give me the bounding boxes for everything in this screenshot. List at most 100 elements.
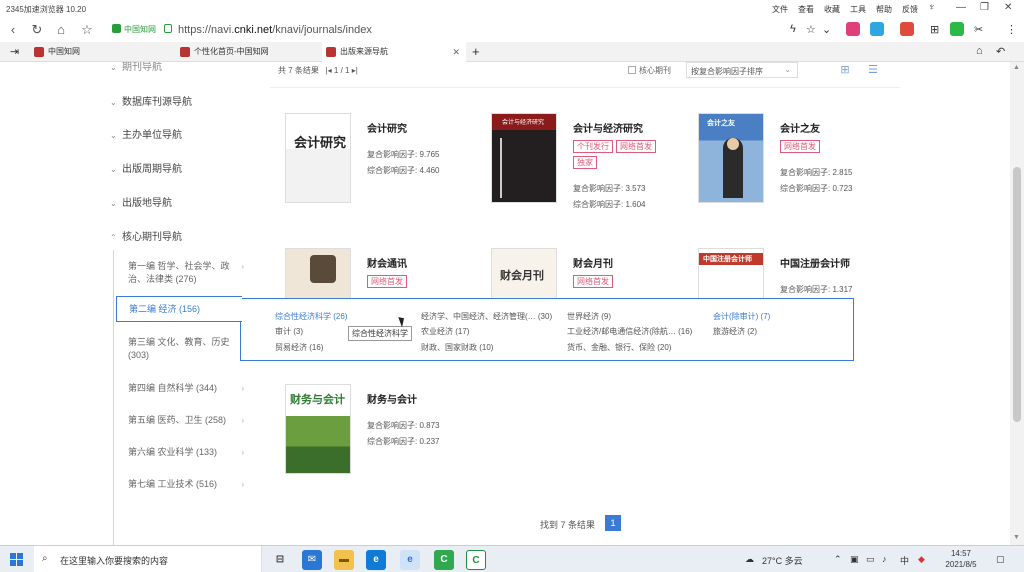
- close-tab-icon[interactable]: ✕: [452, 42, 460, 62]
- journal-name[interactable]: 会计之友: [780, 120, 820, 135]
- sidebar-item-sponsor[interactable]: ⌄ 主办单位导航: [110, 126, 182, 141]
- translate-icon[interactable]: [870, 22, 884, 36]
- bookmark-star-icon[interactable]: ☆: [806, 23, 816, 36]
- journal-name[interactable]: 中国注册会计师: [780, 255, 850, 270]
- more-menu-icon[interactable]: ⋮: [1006, 23, 1017, 36]
- sidebar-toggle-icon[interactable]: ⇥: [10, 45, 19, 58]
- grid-view-icon[interactable]: ⊞: [838, 63, 852, 77]
- sidebar-item-journal-nav[interactable]: ⌄ 期刊导航: [110, 62, 162, 73]
- popup-item[interactable]: 财政、国家财政 (10): [421, 342, 493, 353]
- menu-help[interactable]: 帮助: [876, 4, 892, 15]
- taskbar-search-input[interactable]: ⌕ 在这里输入你要搜索的内容: [34, 546, 262, 572]
- popup-item[interactable]: 贸易经济 (16): [275, 342, 323, 353]
- core-journal-checkbox[interactable]: 核心期刊: [628, 65, 671, 76]
- journal-metric: 复合影响因子: 1.317: [780, 285, 853, 294]
- system-clock[interactable]: 14:57 2021/8/5: [936, 548, 986, 570]
- scroll-up-icon[interactable]: ▲: [1013, 64, 1020, 71]
- journal-name[interactable]: 会计研究: [367, 120, 407, 135]
- scissors-icon[interactable]: ✂: [974, 23, 983, 36]
- journal-name[interactable]: 财会通讯: [367, 255, 407, 270]
- popup-item[interactable]: 经济学、中国经济、经济管理(… (30): [421, 311, 552, 322]
- network-icon[interactable]: ▭: [866, 554, 875, 565]
- journal-cover[interactable]: 会计之友: [698, 113, 764, 203]
- restore-icon[interactable]: ❐: [980, 2, 989, 13]
- task-view-icon[interactable]: ⊟: [270, 550, 290, 570]
- sort-select[interactable]: 按复合影响因子排序 ⌄: [686, 62, 798, 78]
- input-method-icon[interactable]: ◆: [918, 554, 925, 565]
- mail-icon[interactable]: ✉: [302, 550, 322, 570]
- browser-2345-icon[interactable]: e: [400, 550, 420, 570]
- home-icon[interactable]: ⌂: [52, 21, 70, 39]
- minimize-icon[interactable]: —: [956, 2, 966, 13]
- subcategory-item[interactable]: 第五编 医药、卫生 (258) ›: [128, 414, 244, 427]
- journal-cover[interactable]: 财务与会计: [285, 384, 351, 474]
- page-button[interactable]: 1: [605, 515, 621, 531]
- folder-icon[interactable]: ▬: [334, 550, 354, 570]
- journal-cover[interactable]: 会计研究: [285, 113, 351, 203]
- popup-item[interactable]: 综合性经济科学 (26): [275, 311, 347, 322]
- extension-icon[interactable]: [846, 22, 860, 36]
- back-icon[interactable]: ‹: [4, 21, 22, 39]
- popup-item[interactable]: 会计(除审计) (7): [713, 311, 770, 322]
- menu-file[interactable]: 文件: [772, 4, 788, 15]
- new-tab-icon[interactable]: +: [472, 44, 480, 59]
- subcategory-item[interactable]: 第六编 农业科学 (133) ›: [128, 446, 244, 459]
- menu-feedback[interactable]: 反馈: [902, 4, 918, 15]
- journal-name[interactable]: 财会月刊: [573, 255, 613, 270]
- chevron-right-icon: ›: [241, 448, 244, 457]
- popup-item[interactable]: 货币、金融、银行、保险 (20): [567, 342, 671, 353]
- dropdown-icon[interactable]: ⌄: [822, 23, 831, 36]
- popup-item[interactable]: 审计 (3): [275, 326, 303, 337]
- tab-personal-home[interactable]: 个性化首页-中国知网: [176, 42, 320, 62]
- ime-indicator[interactable]: 中: [900, 554, 909, 567]
- subcategory-item[interactable]: 第三编 文化、教育、历史 (303)›: [128, 336, 244, 362]
- subcategory-item[interactable]: 第一编 哲学、社会学、政治、法律类 (276) ›: [128, 260, 244, 286]
- list-view-icon[interactable]: ☰: [866, 63, 880, 77]
- lightning-icon[interactable]: ϟ: [790, 23, 796, 35]
- menu-favorites[interactable]: 收藏: [824, 4, 840, 15]
- windows-start-icon[interactable]: [10, 553, 24, 567]
- undo-icon[interactable]: ↶: [996, 45, 1005, 58]
- journal-name[interactable]: 财务与会计: [367, 391, 417, 406]
- first-page-icon[interactable]: |◂: [326, 66, 332, 75]
- scroll-down-icon[interactable]: ▼: [1013, 534, 1020, 541]
- sidebar-item-location[interactable]: ⌄ 出版地导航: [110, 194, 172, 209]
- popup-item[interactable]: 世界经济 (9): [567, 311, 611, 322]
- skin-icon[interactable]: ♆: [928, 2, 936, 13]
- chat-icon[interactable]: [950, 22, 964, 36]
- close-window-icon[interactable]: ✕: [1004, 2, 1012, 13]
- subcategory-item-economy[interactable]: 第二编 经济 (156): [116, 296, 242, 322]
- apps-grid-icon[interactable]: ⊞: [930, 23, 939, 36]
- scrollbar-thumb[interactable]: [1013, 167, 1021, 422]
- tray-expand-icon[interactable]: ⌃: [834, 554, 842, 565]
- subcategory-item[interactable]: 第四编 自然科学 (344) ›: [128, 382, 244, 395]
- refresh-icon[interactable]: ↻: [28, 21, 46, 39]
- tab-publication-nav[interactable]: 出版来源导航 ✕: [322, 42, 466, 62]
- popup-item[interactable]: 农业经济 (17): [421, 326, 469, 337]
- sidebar-item-core[interactable]: ⌃ 核心期刊导航: [110, 228, 182, 243]
- edge-browser-icon[interactable]: e: [366, 550, 386, 570]
- volume-icon[interactable]: ♪: [882, 554, 887, 564]
- scrollbar[interactable]: ▲ ▼: [1010, 62, 1024, 545]
- journal-name[interactable]: 会计与经济研究: [573, 120, 643, 135]
- popup-item[interactable]: 旅游经济 (2): [713, 326, 757, 337]
- last-page-icon[interactable]: ▸|: [352, 66, 358, 75]
- notification-icon[interactable]: ▢: [996, 554, 1005, 565]
- url-input[interactable]: 中国知网 https://navi.cnki.net/knavi/journal…: [106, 20, 836, 40]
- subcategory-item[interactable]: 第七编 工业技术 (516) ›: [128, 478, 244, 491]
- favorite-star-icon[interactable]: ☆: [78, 21, 96, 39]
- game-icon[interactable]: [900, 22, 914, 36]
- weather-text[interactable]: 27°C 多云: [762, 554, 803, 567]
- popup-item[interactable]: 工业经济/邮电通信经济(除航… (16): [567, 326, 692, 337]
- journal-cover[interactable]: 会计与经济研究: [491, 113, 557, 203]
- app-c2-icon[interactable]: C: [466, 550, 486, 570]
- save-icon[interactable]: ⌂: [976, 45, 983, 57]
- tray-app-icon[interactable]: ▣: [850, 554, 859, 565]
- lock-icon: [164, 24, 172, 33]
- sidebar-item-cycle[interactable]: ⌄ 出版周期导航: [110, 160, 182, 175]
- menu-view[interactable]: 查看: [798, 4, 814, 15]
- sidebar-item-database[interactable]: ⌄ 数据库刊源导航: [110, 93, 192, 108]
- menu-tools[interactable]: 工具: [850, 4, 866, 15]
- tab-cnki[interactable]: 中国知网: [30, 42, 170, 62]
- app-c-icon[interactable]: C: [434, 550, 454, 570]
